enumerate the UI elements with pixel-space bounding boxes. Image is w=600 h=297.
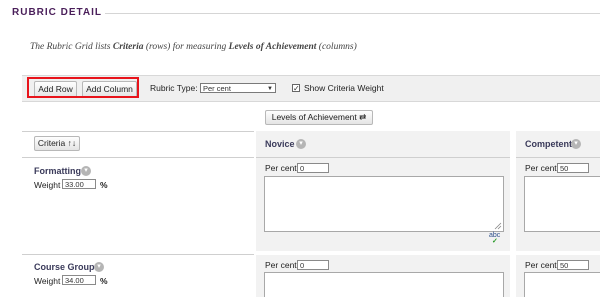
rubric-type-select[interactable]: Per cent ▼ bbox=[200, 83, 276, 93]
column-header-novice: Novice bbox=[265, 139, 295, 149]
cell-value-input[interactable]: 0 bbox=[297, 260, 329, 270]
criterion-name-formatting: Formatting bbox=[34, 166, 81, 176]
column-header-competent: Competent bbox=[525, 139, 572, 149]
cell-description-textarea[interactable] bbox=[524, 272, 600, 297]
cell-description-textarea[interactable] bbox=[264, 176, 504, 232]
levels-of-achievement-button[interactable]: Levels of Achievement ⇄ bbox=[265, 110, 373, 125]
column-competent-options-icon[interactable]: ▾ bbox=[571, 139, 581, 149]
levels-button-label: Levels of Achievement bbox=[271, 112, 357, 122]
title-divider bbox=[105, 13, 600, 14]
weight-input-formatting[interactable]: 33.00 bbox=[62, 179, 96, 189]
criterion-course-group-options-icon[interactable]: ▾ bbox=[94, 262, 104, 272]
criteria-header-top-rule bbox=[22, 131, 254, 132]
rubric-type-value: Per cent bbox=[203, 84, 231, 93]
highlight-box bbox=[27, 77, 139, 98]
criterion-formatting-options-icon[interactable]: ▾ bbox=[81, 166, 91, 176]
competent-header-rule bbox=[516, 157, 600, 158]
cell-description-textarea[interactable] bbox=[524, 176, 600, 232]
intro-part-3: (columns) bbox=[316, 42, 357, 52]
chevron-down-icon: ▼ bbox=[267, 86, 273, 92]
intro-criteria: Criteria bbox=[112, 42, 144, 52]
criteria-sort-button[interactable]: Criteria ↑↓ bbox=[34, 136, 80, 151]
intro-text: The Rubric Grid lists Criteria (rows) fo… bbox=[30, 42, 357, 52]
row-separator bbox=[22, 254, 254, 255]
cell-prefix: Per cent bbox=[525, 260, 557, 270]
intro-part-2: (rows) for measuring bbox=[143, 42, 229, 52]
checkmark-icon: ✓ bbox=[293, 84, 300, 93]
cell-value-input[interactable]: 50 bbox=[557, 163, 589, 173]
weight-label: Weight bbox=[34, 180, 61, 190]
resize-handle-icon[interactable] bbox=[494, 222, 502, 230]
cell-value-input[interactable]: 50 bbox=[557, 260, 589, 270]
weight-label: Weight bbox=[34, 276, 61, 286]
sort-arrows-icon: ↑↓ bbox=[67, 138, 77, 148]
cell-prefix: Per cent bbox=[265, 163, 297, 173]
section-title: RUBRIC DETAIL bbox=[12, 7, 103, 18]
weight-unit: % bbox=[100, 276, 108, 286]
intro-part-1: The Rubric Grid lists bbox=[30, 42, 113, 52]
spellcheck-icon[interactable]: abc ✓ bbox=[489, 232, 500, 245]
rubric-type-label: Rubric Type: bbox=[150, 83, 198, 93]
swap-arrows-icon: ⇄ bbox=[359, 112, 367, 122]
column-novice-options-icon[interactable]: ▾ bbox=[296, 139, 306, 149]
novice-header-rule bbox=[256, 157, 510, 158]
show-weight-label: Show Criteria Weight bbox=[304, 83, 384, 93]
weight-unit: % bbox=[100, 180, 108, 190]
criteria-header-bottom-rule bbox=[22, 157, 254, 158]
show-weight-checkbox[interactable]: ✓ bbox=[292, 84, 300, 93]
cell-prefix: Per cent bbox=[265, 260, 297, 270]
weight-input-course-group[interactable]: 34.00 bbox=[62, 275, 96, 285]
cell-value-input[interactable]: 0 bbox=[297, 163, 329, 173]
criterion-name-course-group: Course Group bbox=[34, 262, 95, 272]
cell-description-textarea[interactable] bbox=[264, 272, 504, 297]
check-icon: ✓ bbox=[492, 238, 498, 245]
column-name-competent: Competent bbox=[525, 139, 572, 149]
cell-prefix: Per cent bbox=[525, 163, 557, 173]
criteria-button-label: Criteria bbox=[37, 138, 66, 148]
intro-levels: Levels of Achievement bbox=[228, 42, 317, 52]
column-name-novice: Novice bbox=[265, 139, 295, 149]
